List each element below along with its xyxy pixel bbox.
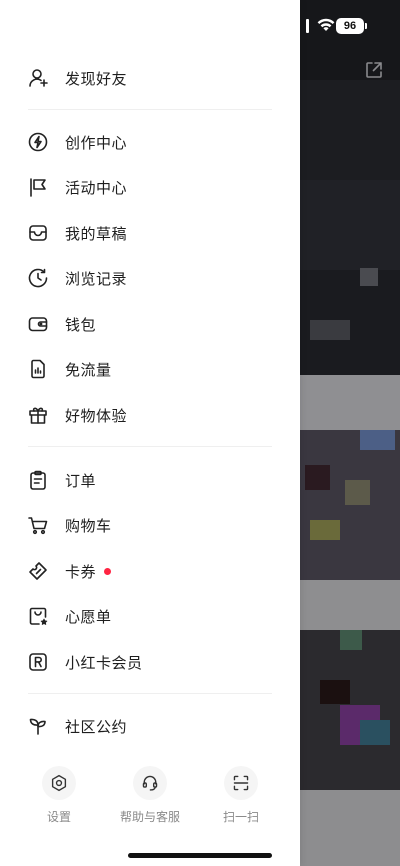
menu-item-coupons[interactable]: 卡券 — [26, 553, 286, 589]
menu-item-label: 订单 — [65, 471, 97, 490]
scan-icon — [224, 766, 258, 800]
side-drawer: 发现好友 创作中心 活动中心 我的草稿 浏览记录 钱包 免流量 好物体验 订单 … — [0, 0, 300, 866]
signal-bar — [306, 19, 309, 33]
menu-item-cart[interactable]: 购物车 — [26, 507, 286, 543]
add-friend-icon — [26, 66, 50, 90]
headset-icon — [133, 766, 167, 800]
menu-item-membership[interactable]: 小红卡会员 — [26, 644, 286, 680]
sprout-icon — [26, 714, 50, 738]
menu-item-drafts[interactable]: 我的草稿 — [26, 215, 286, 251]
menu-item-find-friends[interactable]: 发现好友 — [26, 60, 286, 96]
notification-badge-dot — [104, 567, 112, 575]
menu-item-label: 发现好友 — [65, 69, 128, 88]
menu-item-label: 卡券 — [65, 562, 97, 581]
share-icon[interactable] — [364, 60, 384, 80]
inbox-icon — [26, 221, 50, 245]
divider — [28, 109, 272, 110]
menu-item-orders[interactable]: 订单 — [26, 462, 286, 498]
menu-item-activity-center[interactable]: 活动中心 — [26, 169, 286, 205]
menu-item-wallet[interactable]: 钱包 — [26, 306, 286, 342]
menu-item-label: 心愿单 — [65, 607, 112, 626]
menu-item-goods-trial[interactable]: 好物体验 — [26, 397, 286, 433]
wifi-icon — [317, 18, 335, 31]
menu-item-history[interactable]: 浏览记录 — [26, 260, 286, 296]
member-card-icon — [26, 650, 50, 674]
scan-label: 扫一扫 — [222, 810, 259, 824]
menu-item-wishlist[interactable]: 心愿单 — [26, 598, 286, 634]
clipboard-icon — [26, 468, 50, 492]
ticket-icon — [26, 559, 50, 583]
flag-icon — [26, 175, 50, 199]
menu-item-community-guidelines[interactable]: 社区公约 — [26, 708, 286, 744]
menu-item-label: 钱包 — [65, 315, 97, 334]
menu-item-label: 好物体验 — [65, 406, 128, 425]
gear-icon — [42, 766, 76, 800]
scan-button[interactable]: 扫一扫 — [201, 766, 281, 825]
lightning-icon — [26, 130, 50, 154]
menu-item-label: 我的草稿 — [65, 224, 128, 243]
settings-label: 设置 — [46, 810, 71, 824]
help-service-button[interactable]: 帮助与客服 — [110, 766, 190, 825]
home-indicator[interactable] — [128, 853, 272, 858]
menu-item-label: 小红卡会员 — [65, 653, 143, 672]
battery-tip — [365, 23, 367, 29]
menu-item-label: 活动中心 — [65, 178, 128, 197]
cart-icon — [26, 513, 50, 537]
drawer-bottom-actions: 设置 帮助与客服 扫一扫 — [0, 766, 300, 826]
gift-icon — [26, 403, 50, 427]
wallet-icon — [26, 312, 50, 336]
divider — [28, 446, 272, 447]
menu-item-label: 购物车 — [65, 516, 112, 535]
settings-button[interactable]: 设置 — [19, 766, 99, 825]
history-clock-icon — [26, 266, 50, 290]
menu-item-free-data[interactable]: 免流量 — [26, 351, 286, 387]
help-service-label: 帮助与客服 — [119, 810, 180, 824]
menu-item-label: 创作中心 — [65, 133, 128, 152]
sim-data-icon — [26, 357, 50, 381]
wishlist-bag-icon — [26, 604, 50, 628]
background-feed — [300, 0, 400, 866]
status-bar: 96 — [306, 16, 396, 38]
menu-item-label: 浏览记录 — [65, 269, 128, 288]
battery-level: 96 — [336, 18, 364, 34]
menu-item-label: 免流量 — [65, 360, 112, 379]
divider — [28, 693, 272, 694]
menu-item-creation-center[interactable]: 创作中心 — [26, 124, 286, 160]
menu-item-label: 社区公约 — [65, 717, 128, 736]
